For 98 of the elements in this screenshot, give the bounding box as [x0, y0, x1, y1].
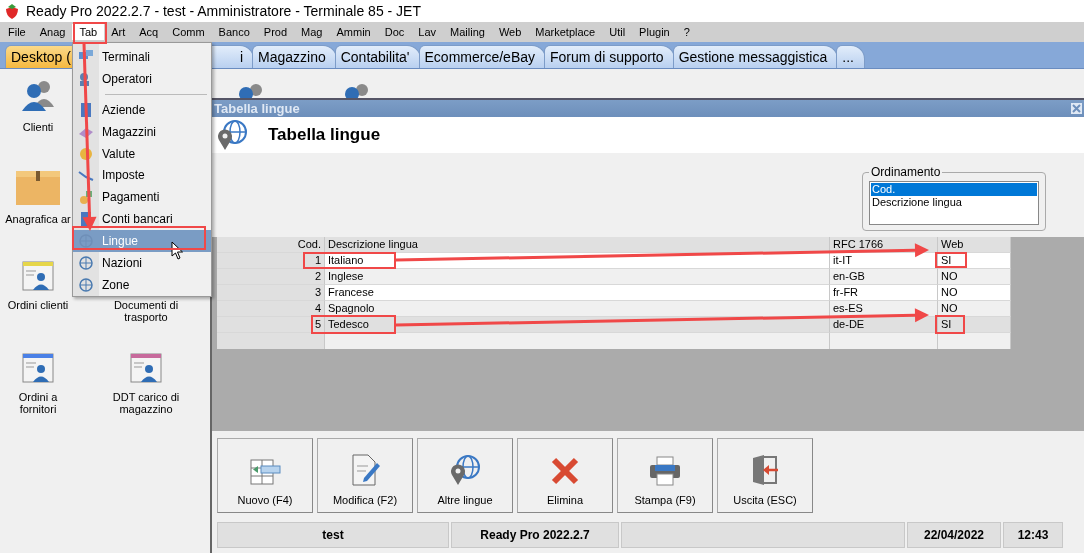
- table-cell: Spagnolo: [325, 301, 830, 317]
- document-pencil-icon: [350, 454, 380, 486]
- menu-item[interactable]: Art: [104, 24, 133, 40]
- table-arrow-icon: [249, 458, 281, 486]
- strawberry-icon: [4, 3, 20, 19]
- money-icon: [78, 189, 94, 206]
- desktop-icon-label[interactable]: Clienti: [22, 121, 54, 133]
- desktop-icon-label[interactable]: Ordini a fornitori: [0, 391, 76, 415]
- table-cell: 1: [217, 253, 325, 269]
- tab[interactable]: Forum di supporto: [544, 45, 675, 68]
- highlight-box: [935, 252, 967, 268]
- status-panel: 12:43: [1003, 522, 1063, 548]
- menu-item[interactable]: Acq: [132, 24, 166, 40]
- table-cell: de-DE: [830, 317, 938, 333]
- table-cell: NO: [938, 301, 1011, 317]
- globe-pin-icon: [449, 454, 481, 486]
- window-title: Ready Pro 2022.2.7 - test - Amministratore - Terminale 85 - JET: [26, 3, 421, 19]
- status-panel: 22/04/2022: [907, 522, 1001, 548]
- door-arrow-icon: [750, 454, 780, 486]
- column-header[interactable]: Web: [938, 237, 1011, 253]
- list-option[interactable]: Descrizione lingua: [871, 196, 1037, 209]
- menu-item[interactable]: Doc: [377, 24, 412, 40]
- sort-list[interactable]: Cod. Descrizione lingua: [869, 181, 1039, 225]
- toolbar-button[interactable]: Modifica (F2): [317, 438, 413, 513]
- desktop-icon-label[interactable]: Ordini clienti: [7, 299, 69, 311]
- cursor-icon: [171, 241, 184, 260]
- table-cell: en-GB: [830, 269, 938, 285]
- table-cell: SI: [938, 317, 1011, 333]
- highlight-box: [935, 315, 965, 334]
- table-cell: 5: [217, 317, 325, 333]
- menu-item[interactable]: Mailing: [443, 24, 492, 40]
- table-cell: Francese: [325, 285, 830, 301]
- menu-item[interactable]: Web: [491, 24, 529, 40]
- toolbar-button[interactable]: Nuovo (F4): [217, 438, 313, 513]
- order-form-icon[interactable]: [22, 261, 54, 291]
- toolbar-button[interactable]: Elimina: [517, 438, 613, 513]
- menu-item[interactable]: Util: [602, 24, 633, 40]
- menu-item[interactable]: Nazioni: [73, 252, 211, 275]
- menu-item[interactable]: Prod: [256, 24, 295, 40]
- table-cell: Inglese: [325, 269, 830, 285]
- table-cell: NO: [938, 285, 1011, 301]
- globe-icon: [78, 255, 94, 272]
- menu-item[interactable]: Magazzini: [73, 120, 211, 143]
- menu-item[interactable]: Valute: [73, 142, 211, 165]
- cross-icon: [550, 456, 580, 486]
- column-header[interactable]: Cod.: [217, 237, 325, 253]
- globe-pin-icon: [216, 119, 248, 151]
- table-cell: 4: [217, 301, 325, 317]
- order-form-icon[interactable]: [22, 353, 54, 383]
- desktop-icon-label[interactable]: Anagrafica ar: [5, 213, 71, 225]
- toolbar-button[interactable]: Altre lingue: [417, 438, 513, 513]
- menu-item[interactable]: Lav: [411, 24, 443, 40]
- menu-item[interactable]: Operatori: [73, 67, 211, 90]
- tab[interactable]: Magazzino: [252, 45, 337, 68]
- menu-item[interactable]: Plugin: [632, 24, 677, 40]
- menu-item[interactable]: Banco: [211, 24, 257, 40]
- table-cell: 2: [217, 269, 325, 285]
- menu-item[interactable]: Zone: [73, 274, 211, 296]
- close-button[interactable]: [1071, 103, 1082, 114]
- menu-item[interactable]: Terminali: [73, 46, 211, 68]
- highlight-box: [73, 22, 107, 44]
- menu-item[interactable]: Imposte: [73, 164, 211, 187]
- table-cell: NO: [938, 269, 1011, 285]
- order-form-icon[interactable]: [130, 353, 162, 383]
- window-title: Tabella lingue: [214, 101, 300, 116]
- table-cell: it-IT: [830, 253, 938, 269]
- menu-item[interactable]: Comm: [165, 24, 212, 40]
- group-label: Ordinamento: [870, 165, 942, 179]
- menu-item[interactable]: ?: [676, 24, 697, 40]
- menu-item[interactable]: Anag: [32, 24, 73, 40]
- menu-item[interactable]: File: [1, 24, 33, 40]
- status-panel: Ready Pro 2022.2.7: [451, 522, 619, 548]
- menu-item[interactable]: Tab: [72, 24, 105, 40]
- globe-icon: [78, 277, 94, 293]
- desktop-icon-label[interactable]: Documenti di trasporto: [102, 299, 190, 323]
- toolbar-button[interactable]: Stampa (F9): [617, 438, 713, 513]
- coin-icon: [78, 145, 94, 162]
- table-cell: 3: [217, 285, 325, 301]
- box-icon[interactable]: [15, 169, 61, 205]
- tab[interactable]: Ecommerce/eBay: [418, 45, 546, 68]
- column-header[interactable]: Descrizione lingua: [325, 237, 830, 253]
- globe-icon: [78, 233, 94, 250]
- menu-item[interactable]: Mag: [294, 24, 330, 40]
- menu-item[interactable]: Marketplace: [528, 24, 603, 40]
- status-panel: test: [217, 522, 449, 548]
- tab[interactable]: Contabilita': [334, 45, 421, 68]
- menu-item[interactable]: Pagamenti: [73, 186, 211, 209]
- building-icon: [78, 101, 94, 118]
- table-cell: fr-FR: [830, 285, 938, 301]
- printer-icon: [649, 456, 681, 486]
- menu-item[interactable]: Ammin: [329, 24, 378, 40]
- menu-item[interactable]: Aziende: [73, 98, 211, 121]
- tab[interactable]: Gestione messaggistica: [672, 45, 839, 68]
- list-option[interactable]: Cod.: [871, 183, 1037, 196]
- tab[interactable]: ...: [836, 45, 865, 68]
- toolbar-button[interactable]: Uscita (ESC): [717, 438, 813, 513]
- desktop-icon-label[interactable]: DDT carico di magazzino: [102, 391, 190, 415]
- dialog-heading: Tabella lingue: [268, 125, 381, 145]
